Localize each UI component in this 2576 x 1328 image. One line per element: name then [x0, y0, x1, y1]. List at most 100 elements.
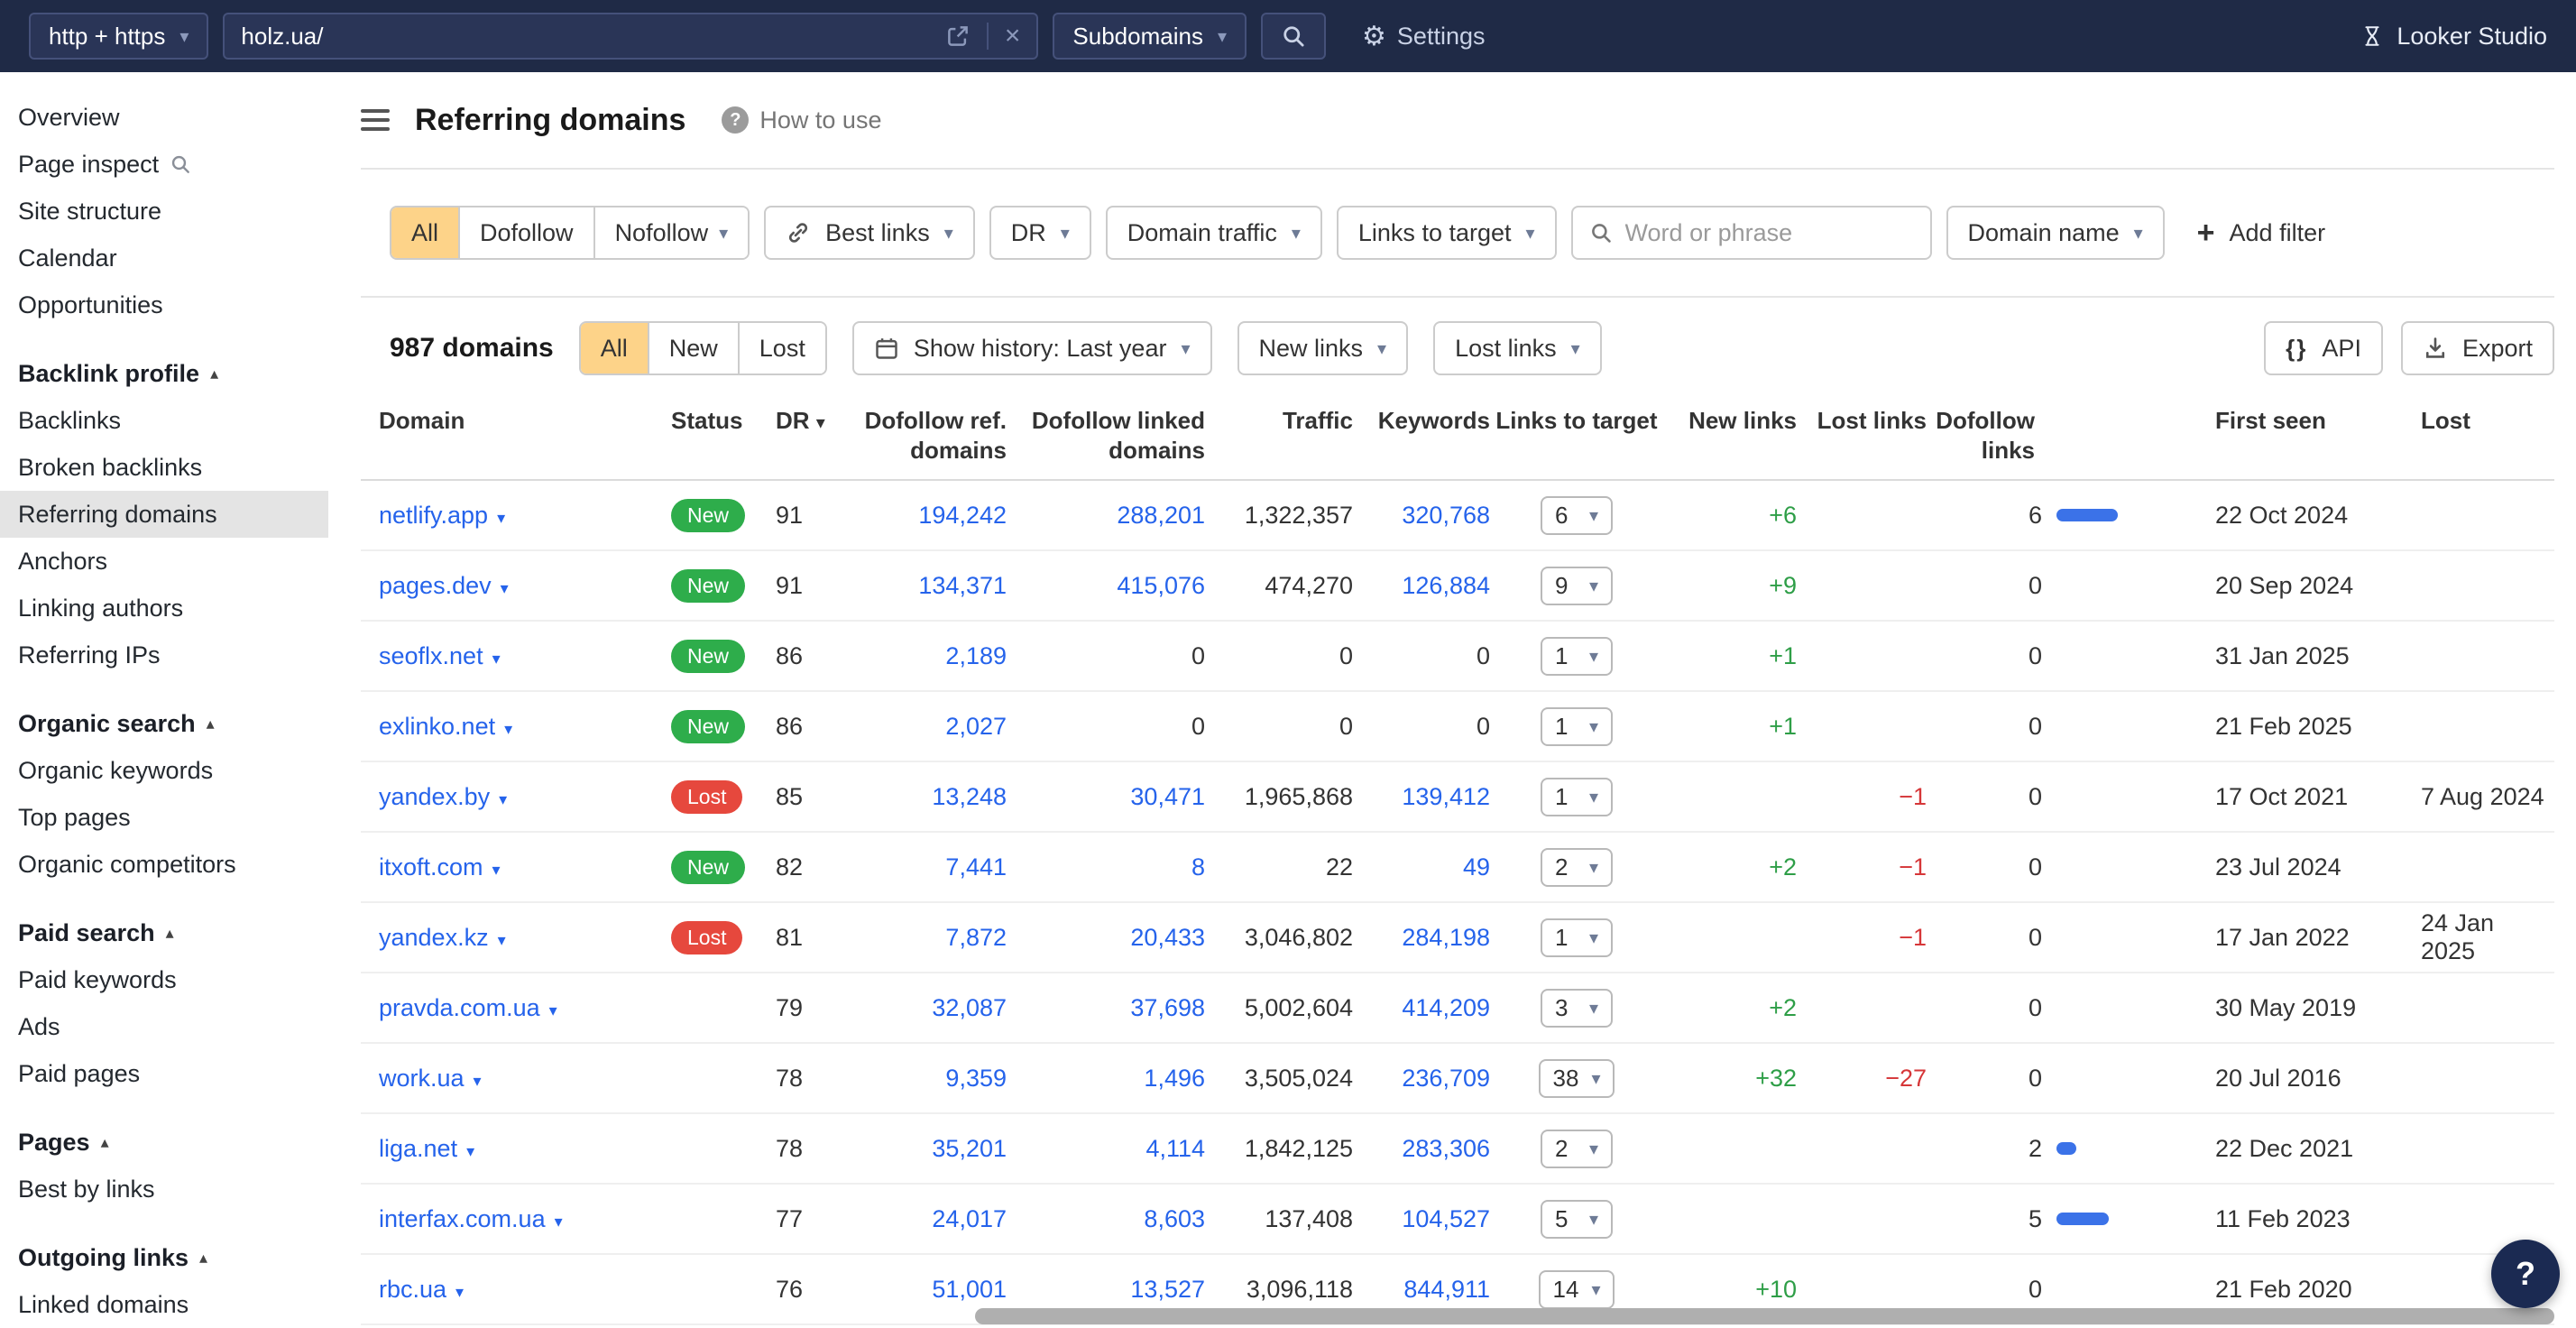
- col-domain[interactable]: Domain: [361, 406, 664, 436]
- help-button[interactable]: ?: [2491, 1240, 2560, 1308]
- clear-url-icon[interactable]: ×: [1005, 23, 1021, 50]
- keywords-link[interactable]: 139,412: [1402, 783, 1490, 810]
- domain-link[interactable]: rbc.ua: [379, 1276, 446, 1303]
- dofollow-linked-link[interactable]: 13,527: [1130, 1276, 1205, 1303]
- dofollow-linked-link[interactable]: 0: [1191, 642, 1205, 669]
- add-filter-button[interactable]: + Add filter: [2179, 206, 2343, 260]
- keywords-link[interactable]: 126,884: [1402, 572, 1490, 599]
- dofollow-linked-link[interactable]: 0: [1191, 713, 1205, 740]
- segment-nofollow[interactable]: Nofollow▾: [595, 208, 749, 258]
- links-to-target-select[interactable]: 38▾: [1539, 1059, 1615, 1098]
- links-to-target-select[interactable]: 1▾: [1541, 637, 1613, 676]
- domain-traffic-dropdown[interactable]: Domain traffic ▾: [1106, 206, 1322, 260]
- segment-dofollow[interactable]: Dofollow: [460, 208, 595, 258]
- dofollow-linked-link[interactable]: 20,433: [1130, 924, 1205, 951]
- links-to-target-select[interactable]: 6▾: [1541, 496, 1613, 535]
- links-to-target-select[interactable]: 1▾: [1541, 918, 1613, 957]
- col-dofollow-linked[interactable]: Dofollow linked domains: [1007, 406, 1205, 465]
- looker-studio-link[interactable]: Looker Studio: [2360, 23, 2547, 51]
- dofollow-ref-link[interactable]: 2,027: [945, 713, 1007, 740]
- links-to-target-select[interactable]: 2▾: [1541, 848, 1613, 887]
- domain-link[interactable]: pages.dev: [379, 572, 492, 599]
- col-dofollow-links[interactable]: Dofollow links: [1927, 406, 2125, 465]
- dofollow-ref-link[interactable]: 7,441: [945, 853, 1007, 881]
- keywords-link[interactable]: 844,911: [1403, 1276, 1490, 1303]
- sidebar-item-referring-domains[interactable]: Referring domains: [0, 491, 328, 538]
- domain-link[interactable]: itxoft.com: [379, 853, 483, 881]
- links-to-target-select[interactable]: 1▾: [1541, 707, 1613, 746]
- sidebar-section-outgoing-links[interactable]: Outgoing links▴: [0, 1234, 328, 1281]
- dofollow-linked-link[interactable]: 288,201: [1117, 502, 1205, 529]
- domain-link[interactable]: work.ua: [379, 1065, 465, 1092]
- chevron-down-icon[interactable]: ▾: [492, 650, 501, 668]
- links-to-target-select[interactable]: 14▾: [1539, 1270, 1615, 1309]
- col-dr[interactable]: DR ▾: [768, 406, 855, 436]
- sidebar-section-pages[interactable]: Pages▴: [0, 1119, 328, 1166]
- chevron-down-icon[interactable]: ▾: [501, 579, 509, 597]
- target-url-input[interactable]: holz.ua/ ×: [223, 13, 1038, 60]
- chevron-down-icon[interactable]: ▾: [455, 1283, 464, 1301]
- dofollow-ref-link[interactable]: 35,201: [932, 1135, 1007, 1162]
- dofollow-linked-link[interactable]: 415,076: [1117, 572, 1205, 599]
- chevron-down-icon[interactable]: ▾: [555, 1213, 563, 1231]
- sidebar-item-best-by-links[interactable]: Best by links: [0, 1166, 328, 1213]
- col-lost[interactable]: Lost: [2360, 406, 2554, 436]
- new-links-dropdown[interactable]: New links ▾: [1237, 321, 1409, 375]
- api-button[interactable]: {} API: [2264, 321, 2383, 375]
- domain-link[interactable]: yandex.by: [379, 783, 490, 810]
- sidebar-item-paid-pages[interactable]: Paid pages: [0, 1050, 328, 1097]
- keywords-link[interactable]: 236,709: [1402, 1065, 1490, 1092]
- keywords-link[interactable]: 0: [1477, 713, 1490, 740]
- sidebar-section-organic-search[interactable]: Organic search▴: [0, 700, 328, 747]
- domain-link[interactable]: interfax.com.ua: [379, 1205, 546, 1232]
- keywords-link[interactable]: 283,306: [1402, 1135, 1490, 1162]
- settings-button[interactable]: ⚙ Settings: [1362, 21, 1485, 52]
- menu-icon[interactable]: [361, 109, 390, 131]
- sidebar-item-linked-domains[interactable]: Linked domains: [0, 1281, 328, 1328]
- sidebar-item-organic-competitors[interactable]: Organic competitors: [0, 841, 328, 888]
- sidebar-section-paid-search[interactable]: Paid search▴: [0, 909, 328, 956]
- best-links-dropdown[interactable]: Best links ▾: [764, 206, 975, 260]
- dofollow-ref-link[interactable]: 24,017: [932, 1205, 1007, 1232]
- segment-all[interactable]: All: [391, 208, 460, 258]
- col-keywords[interactable]: Keywords: [1353, 406, 1490, 436]
- col-traffic[interactable]: Traffic: [1205, 406, 1353, 436]
- chevron-down-icon[interactable]: ▾: [549, 1001, 557, 1019]
- search-mode-dropdown[interactable]: Domain name ▾: [1946, 206, 2165, 260]
- chevron-down-icon[interactable]: ▾: [492, 861, 501, 879]
- domain-link[interactable]: pravda.com.ua: [379, 994, 540, 1021]
- dofollow-linked-link[interactable]: 4,114: [1145, 1135, 1205, 1162]
- dofollow-ref-link[interactable]: 13,248: [932, 783, 1007, 810]
- sidebar-item-calendar[interactable]: Calendar: [0, 235, 328, 281]
- sidebar-item-backlinks[interactable]: Backlinks: [0, 397, 328, 444]
- sidebar-item-paid-keywords[interactable]: Paid keywords: [0, 956, 328, 1003]
- protocol-dropdown[interactable]: http + https ▾: [29, 13, 208, 60]
- show-history-dropdown[interactable]: Show history: Last year ▾: [852, 321, 1212, 375]
- phrase-search-input[interactable]: [1625, 219, 1945, 247]
- domain-link[interactable]: yandex.kz: [379, 924, 489, 951]
- chevron-down-icon[interactable]: ▾: [504, 720, 512, 738]
- sidebar-section-backlink-profile[interactable]: Backlink profile▴: [0, 350, 328, 397]
- col-first-seen[interactable]: First seen: [2125, 406, 2360, 436]
- how-to-use-link[interactable]: ? How to use: [722, 106, 881, 134]
- search-button[interactable]: [1261, 13, 1326, 60]
- dr-filter-dropdown[interactable]: DR ▾: [989, 206, 1091, 260]
- keywords-link[interactable]: 284,198: [1402, 924, 1490, 951]
- links-to-target-select[interactable]: 9▾: [1541, 567, 1613, 605]
- keywords-link[interactable]: 320,768: [1402, 502, 1490, 529]
- keywords-link[interactable]: 0: [1477, 642, 1490, 669]
- status-segment-lost[interactable]: Lost: [740, 323, 825, 374]
- sidebar-item-organic-keywords[interactable]: Organic keywords: [0, 747, 328, 794]
- dofollow-ref-link[interactable]: 32,087: [932, 994, 1007, 1021]
- links-to-target-select[interactable]: 1▾: [1541, 778, 1613, 816]
- links-to-target-select[interactable]: 3▾: [1541, 989, 1613, 1028]
- domain-link[interactable]: exlinko.net: [379, 713, 495, 740]
- keywords-link[interactable]: 104,527: [1402, 1205, 1490, 1232]
- links-to-target-dropdown[interactable]: Links to target ▾: [1337, 206, 1557, 260]
- keywords-link[interactable]: 414,209: [1402, 994, 1490, 1021]
- export-button[interactable]: Export: [2401, 321, 2554, 375]
- sidebar-item-ads[interactable]: Ads: [0, 1003, 328, 1050]
- dofollow-linked-link[interactable]: 1,496: [1144, 1065, 1205, 1092]
- domain-link[interactable]: liga.net: [379, 1135, 457, 1162]
- col-lost-links[interactable]: Lost links: [1797, 406, 1927, 436]
